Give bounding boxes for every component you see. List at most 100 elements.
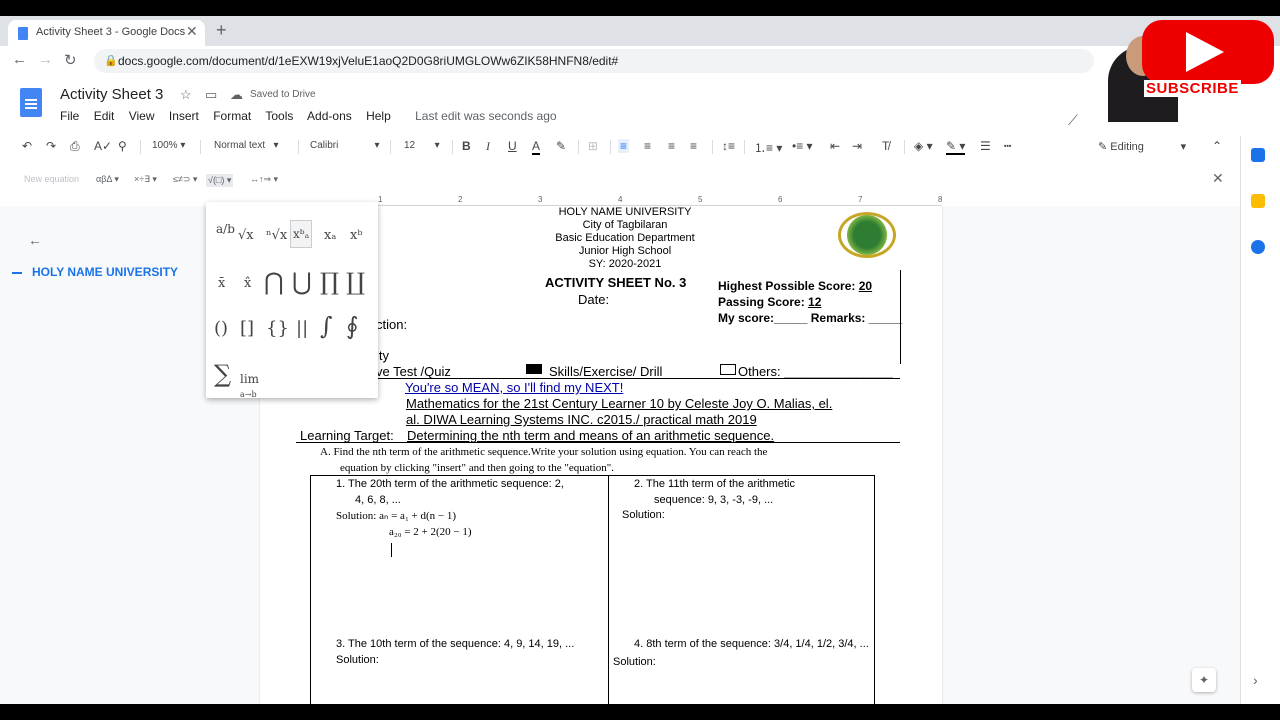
type-skills: Skills/Exercise/ Drill: [549, 364, 663, 379]
align-center-icon[interactable]: ≡: [644, 139, 651, 153]
insert-link-icon[interactable]: ⊞: [588, 139, 598, 153]
bigcup-symbol[interactable]: ⋃: [292, 268, 312, 296]
close-outline-icon[interactable]: ←: [28, 232, 42, 248]
product-symbol[interactable]: ∏: [320, 268, 339, 296]
print-icon[interactable]: ⎙: [70, 139, 80, 154]
arrows-menu[interactable]: ↔↑⇒ ▾: [250, 174, 278, 185]
subscript-symbol[interactable]: xₐ: [324, 228, 336, 243]
keep-icon[interactable]: [1251, 194, 1265, 208]
decrease-indent-icon[interactable]: ⇤: [830, 139, 840, 153]
hat-symbol[interactable]: x̂: [244, 276, 251, 291]
absolute-value-symbol[interactable]: ||: [296, 318, 308, 339]
font-size-select[interactable]: 12 ▾: [404, 140, 440, 151]
summation-symbol[interactable]: ∑: [214, 360, 231, 388]
cell-fill-icon[interactable]: ◈ ▾: [914, 139, 933, 153]
misc-operations-menu[interactable]: ×÷∃ ▾: [134, 174, 157, 185]
forward-icon[interactable]: →: [38, 51, 53, 68]
star-icon[interactable]: ☆: [180, 87, 192, 103]
redo-icon[interactable]: ↷: [46, 139, 56, 153]
undo-icon[interactable]: ↶: [22, 139, 32, 153]
integral-symbol[interactable]: ∫: [320, 312, 333, 340]
tasks-icon[interactable]: [1251, 240, 1265, 254]
style-select[interactable]: Normal text ▾: [214, 140, 278, 151]
braces-symbol[interactable]: {}: [266, 318, 289, 339]
menu-tools[interactable]: Tools: [265, 109, 293, 123]
bold-icon[interactable]: B: [462, 139, 471, 153]
font-select[interactable]: Calibri ▾: [310, 140, 379, 151]
menu-help[interactable]: Help: [366, 109, 391, 123]
bulleted-list-icon[interactable]: •≡ ▾: [792, 139, 813, 153]
justify-icon[interactable]: ≡: [690, 139, 697, 153]
url-text: docs.google.com/document/d/1eEXW19xjVelu…: [118, 54, 619, 68]
contour-integral-symbol[interactable]: ∮: [346, 312, 359, 340]
menu-file[interactable]: File: [60, 109, 79, 123]
clear-formatting-icon[interactable]: T̸: [882, 139, 889, 153]
sqrt-symbol[interactable]: √x: [238, 228, 254, 243]
menu-insert[interactable]: Insert: [169, 109, 199, 123]
increase-indent-icon[interactable]: ⇥: [852, 139, 862, 153]
explore-button[interactable]: ✦: [1192, 668, 1216, 692]
subscribe-badge: SUBSCRIBE: [1144, 80, 1241, 97]
align-left-icon[interactable]: ≡: [618, 139, 630, 153]
bigcap-symbol[interactable]: ⋂: [264, 268, 284, 296]
menu-edit[interactable]: Edit: [94, 109, 115, 123]
spellcheck-icon[interactable]: A✓: [94, 139, 112, 153]
relations-menu[interactable]: ≤≠⊃ ▾: [173, 174, 197, 185]
docs-logo-icon[interactable]: [20, 88, 42, 117]
browser-tab[interactable]: Activity Sheet 3 - Google Docs ✕: [8, 20, 205, 46]
url-field[interactable]: 🔒 docs.google.com/document/d/1eEXW19xjVe…: [94, 49, 1094, 73]
paint-format-icon[interactable]: ⚲: [118, 139, 127, 153]
highest-score-value: 20: [858, 279, 873, 293]
align-right-icon[interactable]: ≡: [668, 139, 675, 153]
collapse-menus-icon[interactable]: ⌃: [1212, 139, 1222, 153]
ruler-mark: 7: [858, 195, 863, 204]
zoom-select[interactable]: 100% ▾: [152, 140, 185, 151]
fraction-symbol[interactable]: a/b: [216, 222, 235, 236]
underline-icon[interactable]: U: [508, 139, 517, 153]
math-operations-menu[interactable]: √(□) ▾: [206, 174, 234, 187]
superscript-symbol[interactable]: xᵇ: [350, 228, 363, 243]
subscript-superscript-symbol[interactable]: xᵇₐ: [290, 220, 313, 248]
webcam-overlay: SUBSCRIBE: [1088, 16, 1280, 122]
reload-icon[interactable]: ↻: [64, 51, 77, 69]
ruler-mark: 8: [938, 195, 943, 204]
new-tab-button[interactable]: +: [216, 20, 227, 41]
toolbar-divider: [904, 140, 905, 154]
menu-addons[interactable]: Add-ons: [307, 109, 352, 123]
expand-panel-icon[interactable]: ›: [1253, 672, 1258, 688]
others-checkbox[interactable]: [720, 364, 736, 375]
activity-trend-icon[interactable]: ⟋: [1068, 112, 1078, 129]
greek-letters-menu[interactable]: αβΔ ▾: [96, 174, 119, 185]
new-equation-button[interactable]: New equation: [24, 174, 79, 184]
ruler-mark: 4: [618, 195, 623, 204]
border-dash-icon[interactable]: ┅: [1004, 139, 1011, 153]
menu-view[interactable]: View: [129, 109, 155, 123]
editing-mode-select[interactable]: ✎ Editing ▾: [1098, 140, 1186, 153]
skills-checkbox[interactable]: [526, 364, 542, 374]
close-equation-icon[interactable]: ✕: [1212, 170, 1224, 187]
back-icon[interactable]: ←: [12, 51, 27, 68]
outline-heading[interactable]: HOLY NAME UNIVERSITY: [32, 265, 178, 279]
limit-label: lim: [240, 372, 260, 386]
bar-symbol[interactable]: x̄: [218, 276, 225, 291]
move-folder-icon[interactable]: ▭: [205, 87, 217, 103]
border-color-icon[interactable]: ✎ ▾: [946, 139, 966, 155]
text-color-icon[interactable]: A: [532, 139, 541, 155]
highlight-icon[interactable]: ✎: [556, 139, 566, 153]
italic-icon[interactable]: I: [486, 139, 490, 154]
brackets-symbol[interactable]: []: [240, 318, 254, 339]
grid-border: [874, 475, 875, 704]
nth-root-symbol[interactable]: ⁿ√x: [266, 228, 287, 243]
numbered-list-icon[interactable]: ⒈≡ ▾: [754, 139, 782, 156]
limit-symbol[interactable]: lim a→b: [240, 372, 259, 400]
document-title[interactable]: Activity Sheet 3: [60, 86, 163, 103]
menu-format[interactable]: Format: [213, 109, 251, 123]
last-edit-link[interactable]: Last edit was seconds ago: [415, 109, 556, 123]
passing-score-value: 12: [808, 295, 822, 309]
border-width-icon[interactable]: ☰: [980, 139, 991, 153]
parentheses-symbol[interactable]: (): [214, 318, 228, 339]
calendar-icon[interactable]: [1251, 148, 1265, 162]
tab-close-icon[interactable]: ✕: [186, 23, 198, 40]
coproduct-symbol[interactable]: ∐: [346, 268, 365, 296]
line-spacing-icon[interactable]: ↕≡: [722, 139, 735, 153]
